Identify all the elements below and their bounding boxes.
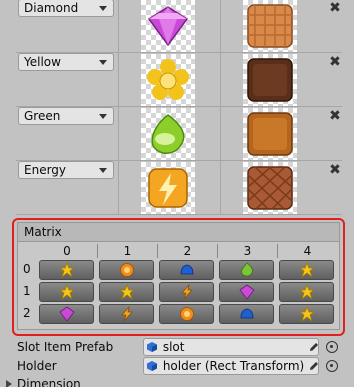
holder-field[interactable]: holder (Rect Transform) [143, 357, 319, 375]
waffle-tile-icon [242, 0, 297, 52]
cube-icon [147, 361, 157, 371]
matrix-cell[interactable] [99, 282, 154, 302]
chevron-down-icon [99, 6, 107, 11]
field-value: slot [162, 340, 185, 354]
yellow-candy-icon [298, 262, 315, 278]
matrix-header[interactable]: Matrix [17, 222, 340, 242]
energy-bolt-candy-icon [140, 162, 195, 214]
remove-icon[interactable]: ✖ [328, 109, 342, 123]
chevron-right-icon [6, 380, 12, 387]
matrix-column-label: 2 [157, 244, 217, 258]
diamond-candy-icon [58, 306, 75, 322]
background-sprite-cell[interactable] [220, 53, 318, 106]
matrix-cell[interactable] [159, 282, 214, 302]
slot-item-prefab-property: Slot Item Prefab slot [17, 338, 342, 356]
candy-sprite-cell[interactable] [118, 107, 216, 160]
matrix-cell[interactable] [99, 260, 154, 280]
matrix-cell[interactable] [279, 282, 334, 302]
matrix-row-label: 2 [23, 306, 31, 320]
candy-type-dropdown[interactable]: Diamond [18, 0, 114, 17]
foldout-label: Dimension [17, 377, 81, 387]
diamond-candy-icon [140, 0, 195, 52]
background-sprite-cell[interactable] [220, 161, 318, 214]
candy-row-yellow: Yellow ✖ [16, 53, 342, 107]
property-label: Holder [17, 359, 57, 373]
matrix-cell[interactable] [219, 304, 274, 324]
matrix-title: Matrix [24, 225, 62, 239]
matrix-column-label: 4 [277, 244, 337, 258]
matrix-column-label: 3 [217, 244, 277, 258]
yellow-flower-candy-icon [140, 54, 195, 106]
object-picker-icon[interactable] [326, 341, 338, 353]
background-sprite-cell[interactable] [220, 0, 318, 52]
orange-candy-icon [119, 263, 134, 277]
matrix-row-label: 0 [23, 262, 31, 276]
matrix-highlight: Matrix 0 1 2 3 4 0 1 2 [12, 218, 345, 336]
yellow-candy-icon [58, 284, 75, 300]
matrix-cell[interactable] [159, 304, 214, 324]
dropdown-value: Yellow [24, 55, 61, 69]
cube-icon [147, 342, 157, 352]
diamond-candy-icon [238, 284, 255, 300]
yellow-candy-icon [58, 262, 75, 278]
pencil-icon[interactable] [308, 341, 320, 353]
matrix-cell[interactable] [219, 260, 274, 280]
candy-row-energy: Energy ✖ [16, 161, 342, 215]
candy-row-diamond: Diamond ✖ [16, 0, 342, 53]
candy-sprite-cell[interactable] [118, 161, 216, 214]
property-label: Slot Item Prefab [17, 340, 114, 354]
matrix-cell[interactable] [39, 282, 94, 302]
matrix-cell[interactable] [39, 260, 94, 280]
candy-type-dropdown[interactable]: Green [18, 107, 114, 125]
candy-type-dropdown[interactable]: Yellow [18, 53, 114, 71]
matrix-cell[interactable] [279, 260, 334, 280]
matrix-row-label: 1 [23, 284, 31, 298]
object-picker-icon[interactable] [326, 360, 338, 372]
yellow-candy-icon [118, 284, 135, 300]
chevron-down-icon [99, 60, 107, 65]
matrix-cell[interactable] [159, 260, 214, 280]
matrix-cell[interactable] [99, 304, 154, 324]
dropdown-value: Green [24, 109, 61, 123]
caramel-tile-icon [242, 108, 297, 160]
orange-candy-icon [179, 307, 194, 321]
candy-list: Diamond ✖ Yellow ✖ Green ✖ Energy ✖ [0, 0, 354, 215]
matrix-column-labels: 0 1 2 3 4 [37, 244, 337, 258]
matrix-column-label: 0 [63, 244, 71, 258]
energy-candy-icon [120, 306, 133, 322]
field-value: holder (Rect Transform) [162, 359, 305, 373]
holder-property: Holder holder (Rect Transform) [17, 357, 342, 375]
yellow-candy-icon [298, 284, 315, 300]
green-drop-candy-icon [140, 108, 195, 160]
dropdown-value: Energy [24, 163, 67, 177]
background-sprite-cell[interactable] [220, 107, 318, 160]
matrix-cell[interactable] [279, 304, 334, 324]
matrix-grid: 0 1 2 3 4 0 1 2 [17, 242, 340, 330]
chevron-down-icon [99, 168, 107, 173]
green-candy-icon [240, 262, 253, 277]
yellow-candy-icon [298, 306, 315, 322]
dimension-foldout[interactable]: Dimension [6, 377, 81, 387]
matrix-cell[interactable] [219, 282, 274, 302]
chocolate-tile-icon [242, 54, 297, 106]
slot-item-prefab-field[interactable]: slot [143, 338, 319, 356]
candy-sprite-cell[interactable] [118, 0, 216, 52]
matrix-cell[interactable] [39, 304, 94, 324]
matrix-column-label: 1 [97, 244, 157, 258]
candy-sprite-cell[interactable] [118, 53, 216, 106]
blue-candy-icon [180, 264, 193, 275]
waffle-tile-icon [242, 162, 297, 214]
candy-type-dropdown[interactable]: Energy [18, 161, 114, 179]
blue-candy-icon [240, 308, 253, 319]
remove-icon[interactable]: ✖ [328, 1, 342, 15]
energy-candy-icon [180, 284, 193, 300]
dropdown-value: Diamond [24, 1, 79, 15]
candy-row-green: Green ✖ [16, 107, 342, 161]
remove-icon[interactable]: ✖ [328, 55, 342, 69]
chevron-down-icon [99, 114, 107, 119]
remove-icon[interactable]: ✖ [328, 163, 342, 177]
pencil-icon[interactable] [308, 360, 320, 372]
